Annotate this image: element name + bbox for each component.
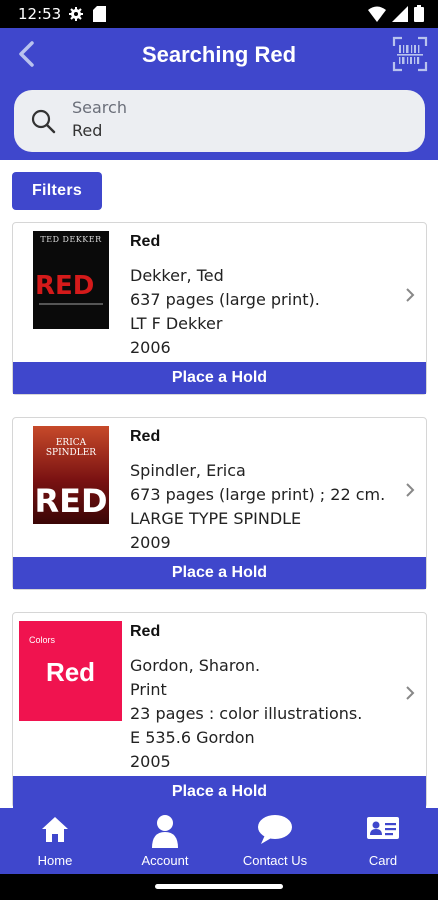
place-hold-button[interactable]: Place a Hold bbox=[13, 362, 426, 394]
nav-contact-us-label: Contact Us bbox=[242, 853, 308, 868]
filters-button[interactable]: Filters bbox=[12, 172, 102, 210]
nav-card[interactable]: Card bbox=[328, 808, 438, 874]
book-author: Gordon, Sharon. bbox=[130, 656, 261, 675]
book-title: Red bbox=[130, 233, 161, 250]
home-gesture-handle[interactable] bbox=[155, 884, 283, 889]
nav-home[interactable]: Home bbox=[0, 808, 110, 874]
nav-card-label: Card bbox=[368, 853, 398, 868]
book-pages: 637 pages (large print). bbox=[130, 290, 320, 309]
home-icon bbox=[42, 817, 68, 842]
book-cover: TED DEKKER RED bbox=[33, 231, 109, 329]
book-year: 2005 bbox=[130, 752, 171, 771]
settings-gear-icon bbox=[69, 7, 83, 21]
cover-decoration bbox=[39, 303, 103, 305]
search-input[interactable]: Search Red bbox=[14, 90, 425, 152]
book-call-number: E 535.6 Gordon bbox=[130, 728, 255, 747]
search-label: Search bbox=[72, 98, 127, 117]
app-header: Searching Red Search Red bbox=[0, 28, 438, 160]
sd-card-icon bbox=[93, 6, 106, 22]
book-author: Dekker, Ted bbox=[130, 266, 224, 285]
book-title: Red bbox=[130, 623, 161, 640]
system-navigation-bar bbox=[0, 874, 438, 900]
book-author: Spindler, Erica bbox=[130, 461, 246, 480]
nav-home-label: Home bbox=[37, 853, 73, 868]
book-title: Red bbox=[130, 428, 161, 445]
chevron-right-icon[interactable] bbox=[404, 482, 416, 498]
search-value[interactable]: Red bbox=[72, 121, 102, 140]
chat-bubble-icon bbox=[258, 815, 292, 844]
book-cover: Colors Red bbox=[19, 621, 122, 721]
id-card-icon bbox=[367, 817, 399, 839]
chevron-right-icon[interactable] bbox=[404, 685, 416, 701]
book-year: 2006 bbox=[130, 338, 171, 357]
result-card[interactable]: ERICA SPINDLER RED Red Spindler, Erica 6… bbox=[12, 417, 427, 590]
cover-author-text: ERICA SPINDLER bbox=[45, 438, 97, 458]
person-icon bbox=[152, 815, 178, 848]
book-call-number: LT F Dekker bbox=[130, 314, 223, 333]
search-icon bbox=[31, 109, 56, 134]
result-card[interactable]: TED DEKKER RED Red Dekker, Ted 637 pages… bbox=[12, 222, 427, 395]
barcode-scan-icon[interactable] bbox=[392, 36, 428, 72]
book-details: Gordon, Sharon. Print 23 pages : color i… bbox=[130, 654, 362, 774]
wifi-icon bbox=[368, 6, 386, 22]
book-call-number: LARGE TYPE SPINDLE bbox=[130, 509, 302, 528]
cover-series-text: Colors bbox=[29, 635, 56, 645]
cover-title-text: RED bbox=[35, 271, 95, 301]
book-year: 2009 bbox=[130, 533, 171, 552]
results-list: Filters TED DEKKER RED Red Dekker, Ted 6… bbox=[0, 160, 438, 808]
place-hold-button[interactable]: Place a Hold bbox=[13, 776, 426, 808]
battery-icon bbox=[414, 5, 424, 22]
place-hold-button[interactable]: Place a Hold bbox=[13, 557, 426, 589]
page-title: Searching Red bbox=[141, 42, 297, 67]
book-format: Print bbox=[130, 680, 167, 699]
cover-author-text: TED DEKKER bbox=[40, 235, 102, 244]
book-pages: 23 pages : color illustrations. bbox=[130, 704, 363, 723]
cell-signal-icon bbox=[392, 5, 408, 22]
cover-title-text: RED bbox=[34, 482, 108, 520]
bottom-navigation: Home Account Contact Us Card bbox=[0, 808, 438, 874]
nav-account-label: Account bbox=[141, 853, 189, 868]
result-card[interactable]: Colors Red Red Gordon, Sharon. Print 23 … bbox=[12, 612, 427, 808]
book-details: Dekker, Ted 637 pages (large print). LT … bbox=[130, 264, 320, 360]
book-details: Spindler, Erica 673 pages (large print) … bbox=[130, 459, 385, 555]
chevron-right-icon[interactable] bbox=[404, 287, 416, 303]
book-cover: ERICA SPINDLER RED bbox=[33, 426, 109, 524]
cover-title-text: Red bbox=[45, 657, 96, 687]
nav-contact-us[interactable]: Contact Us bbox=[220, 808, 330, 874]
nav-account[interactable]: Account bbox=[110, 808, 220, 874]
status-bar: 12:53 bbox=[0, 0, 438, 28]
status-time: 12:53 bbox=[18, 5, 62, 23]
book-pages: 673 pages (large print) ; 22 cm. bbox=[130, 485, 386, 504]
